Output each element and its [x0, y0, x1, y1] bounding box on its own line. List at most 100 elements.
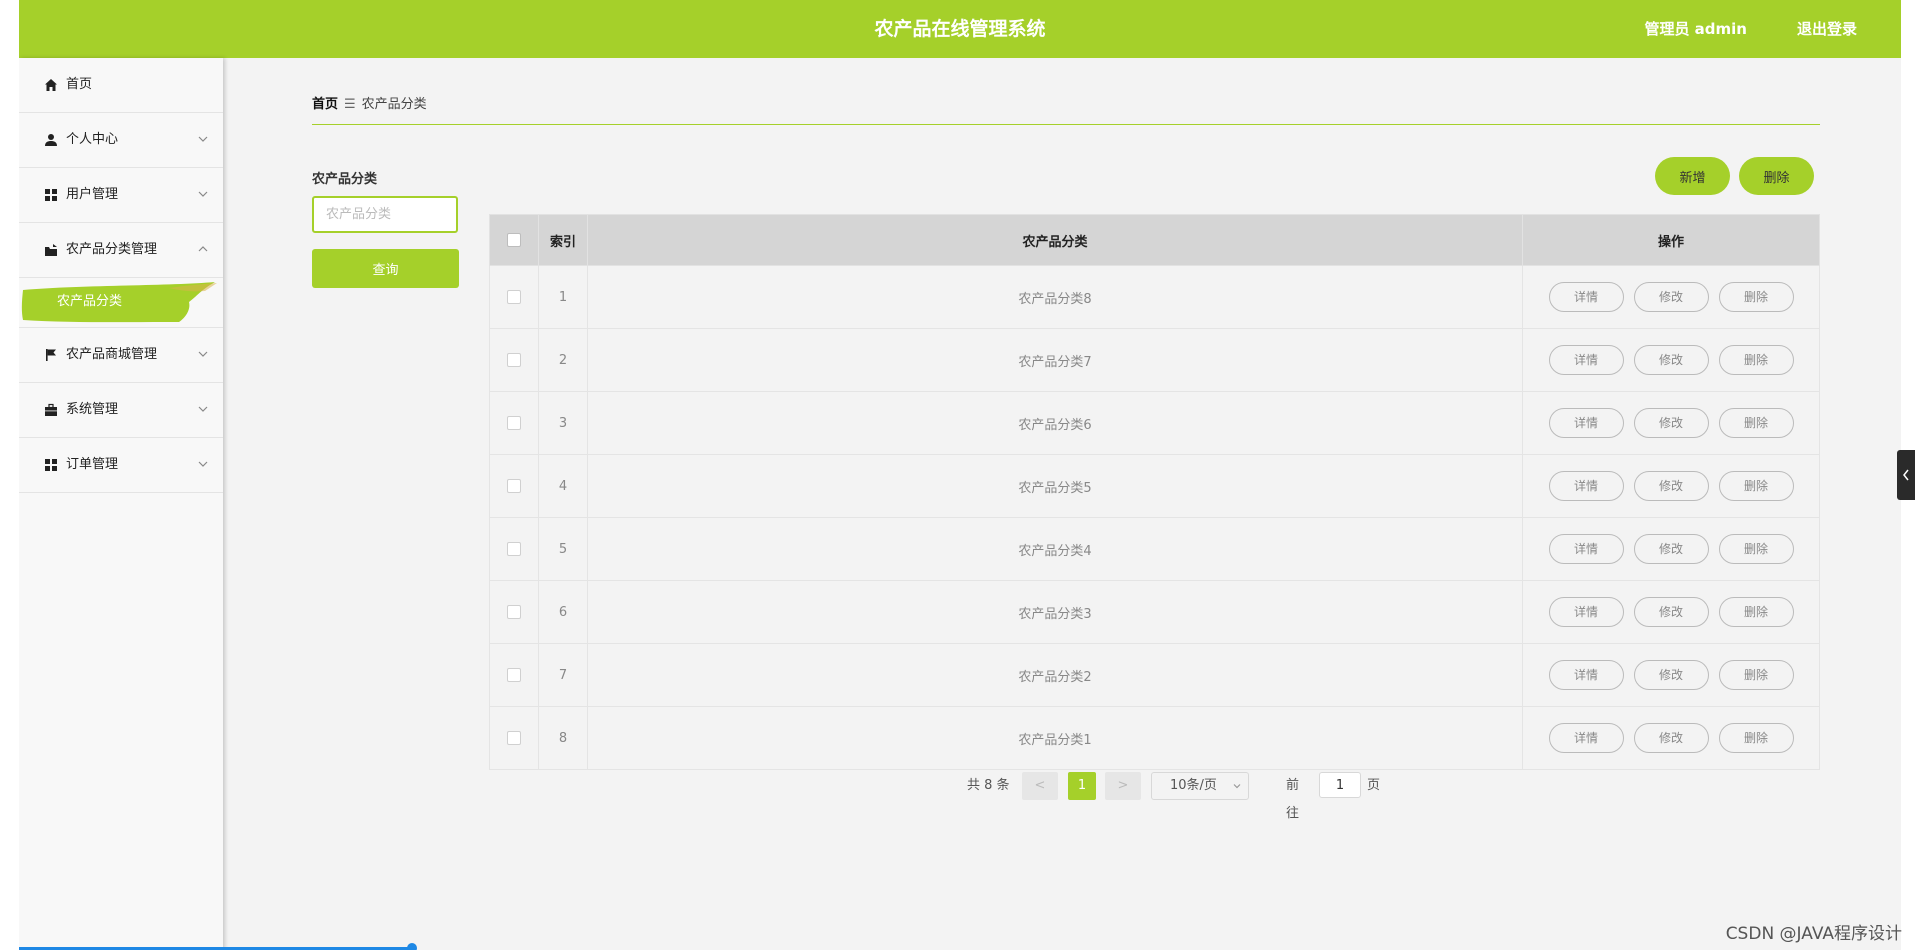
sidebar-item-label: 农产品分类管理	[66, 242, 158, 257]
category-search-input[interactable]	[312, 196, 458, 233]
side-panel-toggle[interactable]	[1897, 450, 1915, 500]
row-ops: 详情 修改 删除	[1522, 643, 1820, 707]
sidebar-item-home[interactable]: 首页	[19, 58, 223, 113]
row-index: 5	[538, 517, 588, 581]
delete-button[interactable]: 删除	[1718, 471, 1794, 501]
row-category: 农产品分类1	[587, 706, 1523, 770]
table-row: 4 农产品分类5 详情 修改 删除	[489, 454, 1820, 518]
detail-button[interactable]: 详情	[1548, 597, 1624, 627]
sidebar-item-order-management[interactable]: 订单管理	[19, 438, 223, 493]
detail-button[interactable]: 详情	[1548, 660, 1624, 690]
detail-button[interactable]: 详情	[1548, 723, 1624, 753]
sidebar-item-profile[interactable]: 个人中心	[19, 113, 223, 168]
grid-icon	[45, 459, 57, 471]
row-category: 农产品分类4	[587, 517, 1523, 581]
briefcase-icon	[45, 403, 57, 416]
home-icon	[45, 79, 57, 91]
sidebar-item-system-management[interactable]: 系统管理	[19, 383, 223, 438]
row-index: 3	[538, 391, 588, 455]
table-row: 6 农产品分类3 详情 修改 删除	[489, 580, 1820, 644]
breadcrumb: 首页 ☰ 农产品分类	[312, 93, 427, 112]
row-ops: 详情 修改 删除	[1522, 454, 1820, 518]
chevron-down-icon	[198, 136, 208, 142]
delete-button[interactable]: 删除	[1718, 534, 1794, 564]
goto-page-input[interactable]	[1319, 772, 1361, 798]
row-ops: 详情 修改 删除	[1522, 328, 1820, 392]
delete-button[interactable]: 删除	[1718, 408, 1794, 438]
row-checkbox[interactable]	[507, 353, 521, 367]
filter-label: 农产品分类	[312, 172, 378, 187]
sidebar-item-label: 系统管理	[66, 402, 119, 417]
batch-delete-button[interactable]: 删除	[1739, 157, 1814, 195]
row-checkbox[interactable]	[507, 668, 521, 682]
next-page-button[interactable]: >	[1105, 772, 1141, 800]
delete-button[interactable]: 删除	[1718, 723, 1794, 753]
row-ops: 详情 修改 删除	[1522, 706, 1820, 770]
goto-label: 前往	[1286, 778, 1300, 821]
header-ops: 操作	[1522, 214, 1820, 266]
breadcrumb-home[interactable]: 首页	[312, 97, 338, 112]
delete-button[interactable]: 删除	[1718, 282, 1794, 312]
row-checkbox[interactable]	[507, 731, 521, 745]
sidebar-item-label: 个人中心	[66, 132, 119, 147]
table-row: 2 农产品分类7 详情 修改 删除	[489, 328, 1820, 392]
sidebar-item-label: 用户管理	[66, 187, 119, 202]
row-index: 2	[538, 328, 588, 392]
detail-button[interactable]: 详情	[1548, 534, 1624, 564]
sidebar-item-mall-management[interactable]: 农产品商城管理	[19, 328, 223, 383]
row-select-cell	[489, 517, 539, 581]
edit-button[interactable]: 修改	[1633, 660, 1709, 690]
current-user: 管理员 admin	[1644, 20, 1747, 38]
edit-button[interactable]: 修改	[1633, 534, 1709, 564]
row-checkbox[interactable]	[507, 290, 521, 304]
row-checkbox[interactable]	[507, 542, 521, 556]
sidebar-item-users[interactable]: 用户管理	[19, 168, 223, 223]
page-size-select[interactable]: 10条/页	[1151, 772, 1249, 800]
sidebar: 首页 个人中心 用户管理 农产品分类管理 农产品分类 农产品商城管理 系统管理 …	[19, 58, 223, 950]
prev-page-button[interactable]: <	[1022, 772, 1058, 800]
edit-button[interactable]: 修改	[1633, 723, 1709, 753]
row-ops: 详情 修改 删除	[1522, 265, 1820, 329]
sidebar-item-category-management[interactable]: 农产品分类管理	[19, 223, 223, 278]
row-select-cell	[489, 391, 539, 455]
detail-button[interactable]: 详情	[1548, 471, 1624, 501]
edit-button[interactable]: 修改	[1633, 597, 1709, 627]
detail-button[interactable]: 详情	[1548, 345, 1624, 375]
delete-button[interactable]: 删除	[1718, 345, 1794, 375]
logout-link[interactable]: 退出登录	[1797, 0, 1857, 58]
page-1-button[interactable]: 1	[1068, 772, 1096, 800]
category-table: 索引 农产品分类 操作 1 农产品分类8 详情 修改 删除 2 农产品分类7 详情 修改 删除 3 农…	[489, 214, 1820, 770]
edit-button[interactable]: 修改	[1633, 471, 1709, 501]
delete-button[interactable]: 删除	[1718, 660, 1794, 690]
sidebar-subitem-category: 农产品分类	[19, 278, 223, 328]
progress-knob	[407, 943, 417, 950]
add-button[interactable]: 新增	[1655, 157, 1730, 195]
edit-button[interactable]: 修改	[1633, 282, 1709, 312]
row-category: 农产品分类8	[587, 265, 1523, 329]
row-index: 4	[538, 454, 588, 518]
header-index: 索引	[538, 214, 588, 266]
select-all-cell	[489, 214, 539, 266]
folder-icon	[45, 244, 57, 256]
row-checkbox[interactable]	[507, 605, 521, 619]
chevron-up-icon	[198, 246, 208, 252]
detail-button[interactable]: 详情	[1548, 408, 1624, 438]
row-select-cell	[489, 706, 539, 770]
table-row: 7 农产品分类2 详情 修改 删除	[489, 643, 1820, 707]
row-category: 农产品分类7	[587, 328, 1523, 392]
edit-button[interactable]: 修改	[1633, 408, 1709, 438]
table-row: 3 农产品分类6 详情 修改 删除	[489, 391, 1820, 455]
row-checkbox[interactable]	[507, 479, 521, 493]
sidebar-subitem-label[interactable]: 农产品分类	[57, 278, 122, 326]
edit-button[interactable]: 修改	[1633, 345, 1709, 375]
delete-button[interactable]: 删除	[1718, 597, 1794, 627]
query-button[interactable]: 查询	[312, 249, 459, 288]
app-title: 农产品在线管理系统	[874, 18, 1046, 40]
detail-button[interactable]: 详情	[1548, 282, 1624, 312]
row-checkbox[interactable]	[507, 416, 521, 430]
select-all-checkbox[interactable]	[507, 233, 521, 247]
watermark: CSDN @JAVA程序设计	[1725, 924, 1902, 944]
sidebar-item-label: 农产品商城管理	[66, 347, 158, 362]
row-ops: 详情 修改 删除	[1522, 517, 1820, 581]
row-category: 农产品分类6	[587, 391, 1523, 455]
